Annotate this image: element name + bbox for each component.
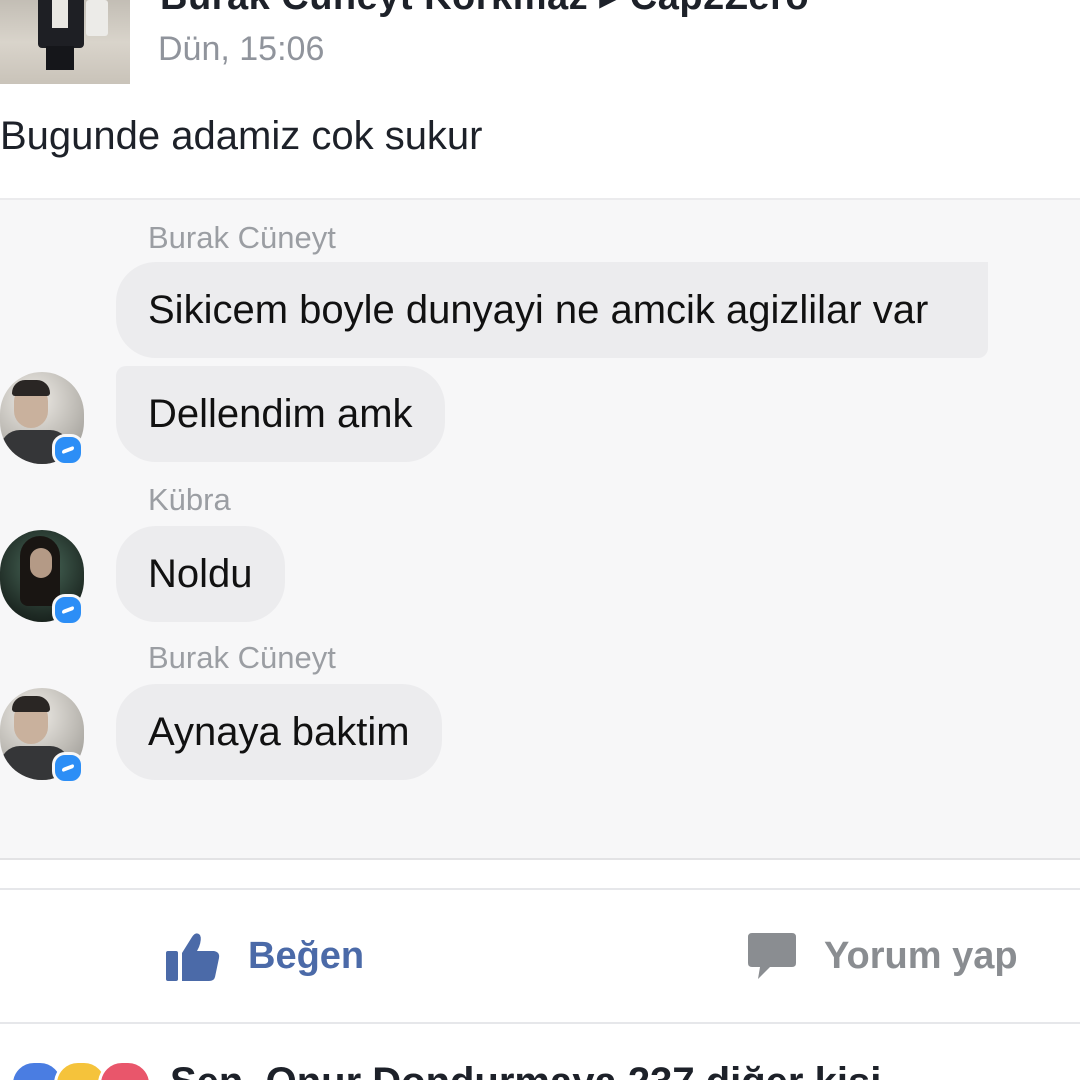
post-author[interactable]: Burak Cüneyt Korkmaz ▸ Cap2Zero (160, 0, 809, 19)
messenger-icon (52, 752, 84, 784)
message-bubble: Sikicem boyle dunyayi ne amcik agizlilar… (116, 262, 989, 358)
reaction-icons[interactable] (10, 1060, 152, 1080)
love-reaction-icon (98, 1060, 152, 1080)
post-timestamp[interactable]: Dün, 15:06 (158, 30, 324, 69)
messenger-icon (52, 594, 84, 626)
like-button[interactable]: Beğen (166, 890, 364, 1022)
message-bubble: Noldu (116, 526, 285, 622)
comment-button[interactable]: Yorum yap (748, 890, 1018, 1022)
message-sender: Burak Cüneyt (148, 220, 336, 255)
reactions-summary[interactable]: Sen, Onur Dondurmaya 237 diğer kişi (170, 1060, 881, 1080)
message-sender: Kübra (148, 482, 231, 517)
author-avatar[interactable] (0, 0, 130, 84)
message-sender: Burak Cüneyt (148, 640, 336, 675)
thumbs-up-icon (166, 933, 220, 981)
post-action-bar: Beğen Yorum yap (0, 888, 1080, 1024)
post-text: Bugunde adamiz cok sukur (0, 114, 483, 158)
message-bubble: Dellendim amk (116, 366, 445, 462)
comment-icon (748, 933, 796, 979)
comment-label: Yorum yap (824, 934, 1018, 977)
chat-screenshot[interactable]: Burak Cüneyt Sikicem boyle dunyayi ne am… (0, 198, 1080, 860)
facebook-post: Burak Cüneyt Korkmaz ▸ Cap2Zero Dün, 15:… (0, 0, 1080, 1080)
messenger-icon (52, 434, 84, 466)
like-label: Beğen (248, 934, 365, 977)
message-bubble: Aynaya baktim (116, 684, 442, 780)
